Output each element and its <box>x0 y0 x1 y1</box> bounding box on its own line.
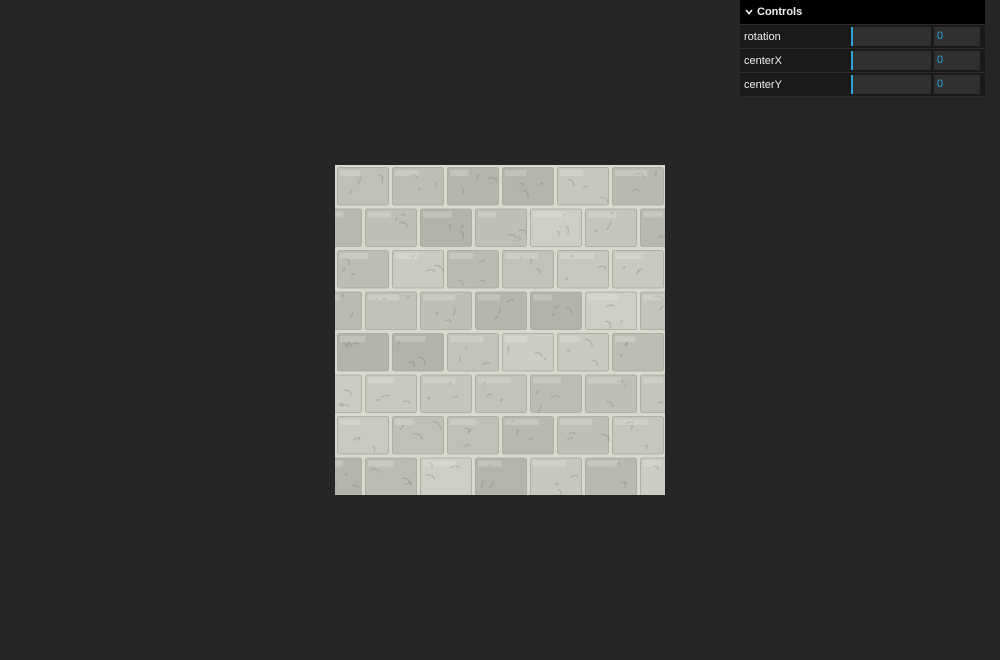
control-label: centerX <box>744 54 782 67</box>
stone-wall-texture <box>335 165 665 495</box>
control-row-rotation: rotation <box>740 25 985 49</box>
controls-folder-header[interactable]: Controls <box>740 0 985 25</box>
centerx-slider[interactable] <box>851 51 931 70</box>
render-canvas[interactable] <box>0 0 1000 660</box>
control-label: rotation <box>744 30 781 43</box>
textured-plane <box>335 165 665 495</box>
centerx-input[interactable] <box>934 51 980 70</box>
slider-fill <box>851 27 853 46</box>
controls-title: Controls <box>757 6 803 18</box>
control-label: centerY <box>744 78 782 91</box>
rotation-slider[interactable] <box>851 27 931 46</box>
chevron-down-icon <box>745 9 753 15</box>
control-row-centery: centerY <box>740 73 985 97</box>
control-row-centerx: centerX <box>740 49 985 73</box>
controls-panel: Controls rotation centerX centerY <box>740 0 985 97</box>
centery-input[interactable] <box>934 75 980 94</box>
slider-fill <box>851 75 853 94</box>
slider-fill <box>851 51 853 70</box>
rotation-input[interactable] <box>934 27 980 46</box>
centery-slider[interactable] <box>851 75 931 94</box>
